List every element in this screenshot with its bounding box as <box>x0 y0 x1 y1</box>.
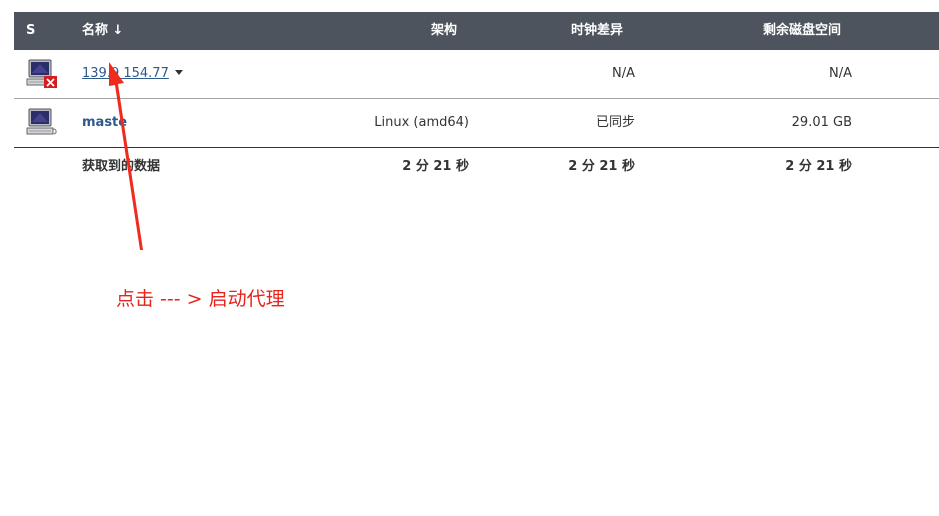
footer-disk: 2 分 21 秒 <box>785 159 852 174</box>
table-footer: 获取到的数据 2 分 21 秒 2 分 21 秒 2 分 21 秒 <box>14 148 939 186</box>
table-row: 139.9 154.77 N/A N/A <box>14 50 939 99</box>
computer-icon <box>26 107 58 139</box>
header-status[interactable]: S <box>26 12 35 50</box>
header-clock[interactable]: 时钟差异 <box>571 12 623 50</box>
node-link[interactable]: maste <box>82 115 127 130</box>
computer-offline-icon <box>26 58 58 90</box>
footer-label: 获取到的数据 <box>82 159 161 174</box>
cell-disk: 29.01 GB <box>791 115 852 130</box>
page: S 名称 ↓ 架构 时钟差异 剩余磁盘空间 139.9 154.77 N/A N… <box>0 0 939 516</box>
footer-clock: 2 分 21 秒 <box>568 159 635 174</box>
cell-arch: Linux (amd64) <box>374 115 469 130</box>
table-row: maste Linux (amd64) 已同步 29.01 GB <box>14 99 939 148</box>
cell-clock: N/A <box>612 66 635 81</box>
annotation-note: 点击 --- > 启动代理 <box>116 288 285 310</box>
footer-arch: 2 分 21 秒 <box>402 159 469 174</box>
nodes-table: S 名称 ↓ 架构 时钟差异 剩余磁盘空间 139.9 154.77 N/A N… <box>14 12 939 186</box>
node-link[interactable]: 139.9 154.77 <box>82 66 169 81</box>
header-disk[interactable]: 剩余磁盘空间 <box>763 12 841 50</box>
cell-disk: N/A <box>829 66 852 81</box>
table-header: S 名称 ↓ 架构 时钟差异 剩余磁盘空间 <box>14 12 939 50</box>
cell-clock: 已同步 <box>595 115 635 130</box>
dropdown-caret-icon[interactable] <box>174 70 183 75</box>
header-name-sort[interactable]: 名称 ↓ <box>82 12 123 50</box>
header-arch[interactable]: 架构 <box>431 12 457 50</box>
